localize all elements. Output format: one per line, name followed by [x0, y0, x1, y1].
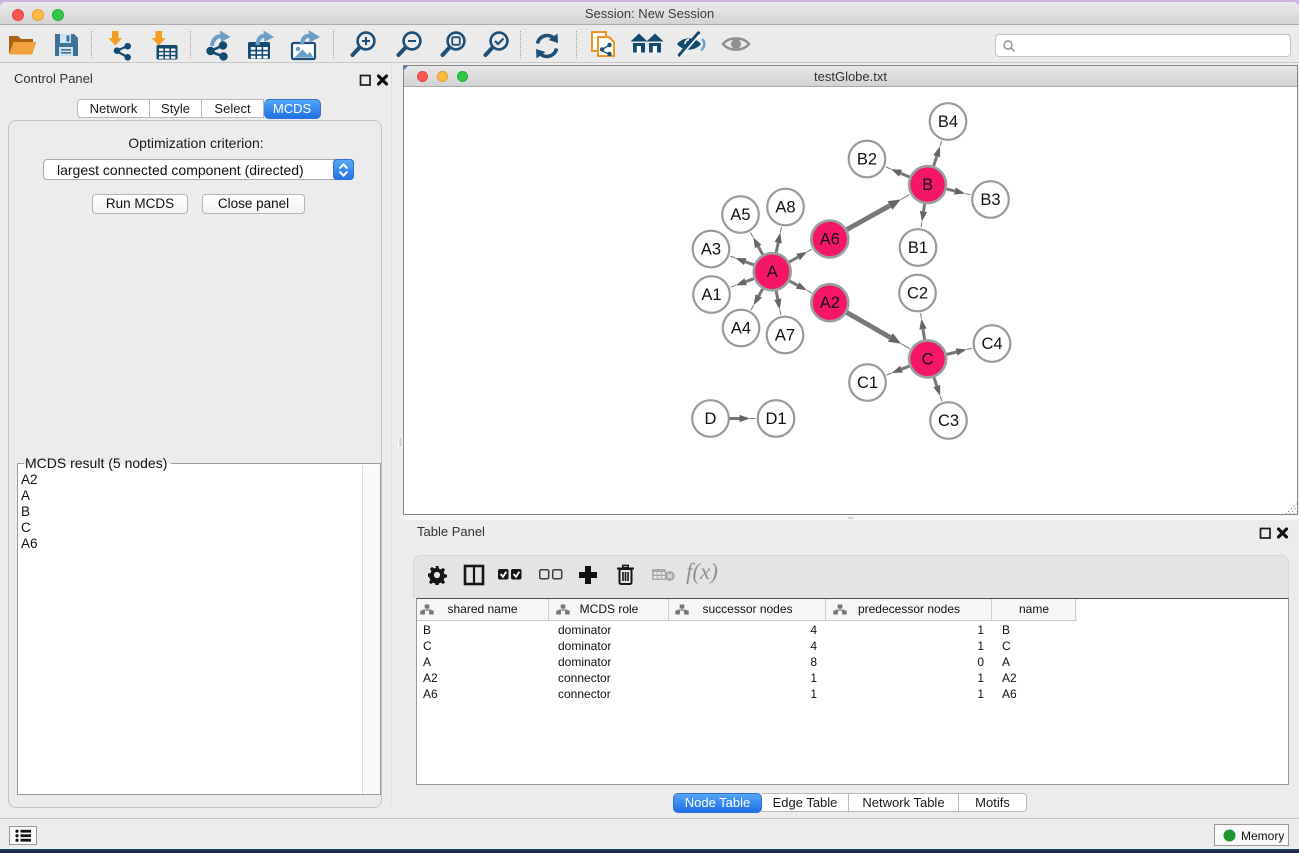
svg-text:D1: D1	[765, 410, 786, 428]
svg-text:C1: C1	[857, 374, 878, 392]
svg-text:A7: A7	[775, 327, 795, 345]
svg-text:C2: C2	[907, 285, 928, 303]
svg-text:B2: B2	[857, 151, 877, 169]
svg-text:A6: A6	[820, 231, 840, 249]
svg-text:A1: A1	[701, 286, 721, 304]
svg-text:A5: A5	[730, 206, 750, 224]
svg-text:A8: A8	[775, 199, 795, 217]
svg-text:B3: B3	[980, 191, 1000, 209]
svg-text:A4: A4	[731, 320, 751, 338]
svg-text:B: B	[922, 176, 933, 194]
svg-text:B4: B4	[938, 113, 958, 131]
svg-text:C4: C4	[981, 335, 1002, 353]
svg-text:A3: A3	[701, 241, 721, 259]
svg-text:D: D	[705, 410, 717, 428]
svg-text:B1: B1	[908, 239, 928, 257]
svg-text:C: C	[922, 350, 934, 368]
svg-text:A2: A2	[820, 294, 840, 312]
svg-text:A: A	[767, 263, 778, 281]
svg-text:C3: C3	[938, 412, 959, 430]
